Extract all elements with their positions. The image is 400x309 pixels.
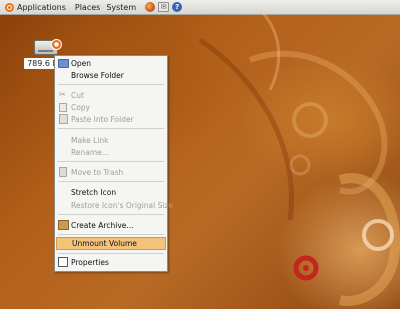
- menu-item-label: Browse Folder: [71, 70, 124, 80]
- places-menu[interactable]: Places: [75, 3, 100, 12]
- menu-item-label: Open: [71, 58, 92, 68]
- applications-menu-label: Applications: [17, 2, 66, 12]
- menu-item-label: Make Link: [71, 135, 109, 145]
- menu-item-unmount-volume[interactable]: Unmount Volume: [56, 237, 166, 250]
- menu-item-label: Unmount Volume: [72, 239, 137, 248]
- menu-item-label: Rename...: [71, 147, 109, 157]
- scissors-icon: ✂: [59, 90, 66, 99]
- firefox-icon[interactable]: [145, 2, 156, 12]
- menu-item-label: Paste Into Folder: [71, 114, 134, 124]
- help-icon[interactable]: ?: [172, 2, 183, 12]
- menu-item-label: Stretch Icon: [71, 187, 117, 197]
- menu-item-cut[interactable]: ✂ Cut: [56, 89, 166, 101]
- menu-item-properties[interactable]: Properties: [56, 256, 166, 268]
- mail-icon[interactable]: ✉: [158, 2, 170, 12]
- menu-item-move-to-trash[interactable]: Move to Trash: [56, 166, 166, 178]
- menu-item-label: Restore Icon's Original Size: [71, 200, 174, 210]
- system-menu[interactable]: System: [106, 3, 136, 12]
- ubuntu-logo-icon: [5, 2, 14, 12]
- menu-item-label: Copy: [71, 102, 91, 112]
- context-menu: Open Browse Folder ✂ Cut Copy Paste Into…: [54, 55, 173, 272]
- menu-item-label: Move to Trash: [71, 167, 124, 177]
- menu-separator: [58, 84, 164, 85]
- emblem-icon: ●: [51, 39, 62, 50]
- menu-separator: [58, 214, 164, 215]
- menu-item-label: Properties: [71, 257, 109, 267]
- menu-item-label: Cut: [71, 90, 84, 100]
- trash-icon: [57, 166, 69, 178]
- menu-separator: [58, 128, 164, 129]
- menu-item-stretch-icon[interactable]: Stretch Icon: [56, 186, 166, 198]
- menu-item-browse-folder[interactable]: Browse Folder: [56, 69, 166, 81]
- menu-item-copy[interactable]: Copy: [56, 101, 166, 113]
- top-panel: Applications Places System ✉ ?: [0, 0, 400, 15]
- applications-menu[interactable]: Applications: [0, 0, 75, 14]
- menu-item-create-archive[interactable]: Create Archive...: [56, 219, 166, 231]
- menu-item-open[interactable]: Open: [56, 57, 166, 69]
- properties-icon: [57, 256, 69, 268]
- menu-item-rename[interactable]: Rename...: [56, 146, 166, 158]
- menu-separator: [58, 181, 164, 182]
- menu-item-restore-icon-size[interactable]: Restore Icon's Original Size: [56, 199, 173, 211]
- copy-icon: [57, 101, 69, 113]
- archive-icon: [57, 219, 69, 231]
- menu-separator: [58, 161, 164, 162]
- menu-item-paste-into-folder[interactable]: Paste Into Folder: [56, 113, 166, 125]
- menu-separator: [58, 234, 164, 235]
- menu-separator: [58, 253, 164, 254]
- menu-item-make-link[interactable]: Make Link: [56, 134, 166, 146]
- folder-open-icon: [57, 57, 69, 69]
- menu-item-label: Create Archive...: [71, 220, 134, 230]
- paste-icon: [57, 113, 69, 125]
